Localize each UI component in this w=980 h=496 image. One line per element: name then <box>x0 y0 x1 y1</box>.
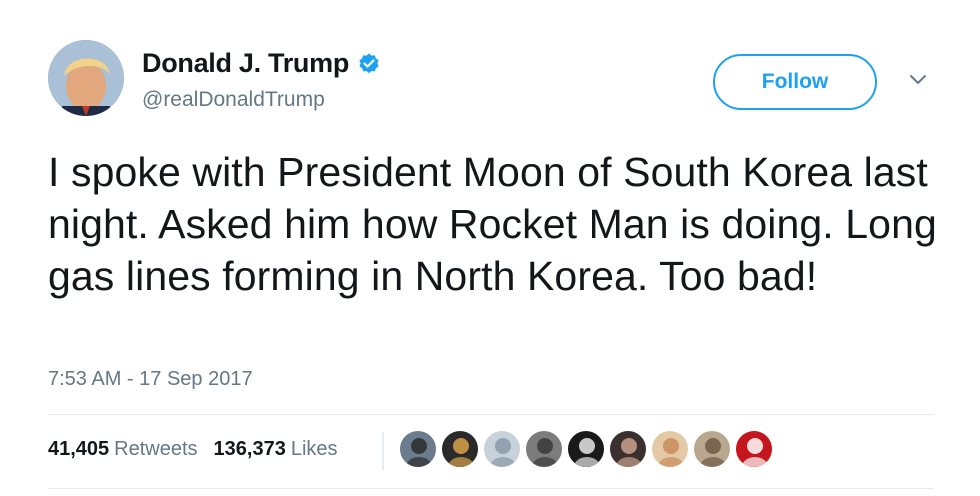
verified-badge-icon <box>357 52 381 76</box>
liker-avatar-4[interactable] <box>525 430 563 468</box>
stats-separator <box>382 432 384 470</box>
liker-avatar-2[interactable] <box>441 430 479 468</box>
chevron-down-icon[interactable] <box>907 68 929 90</box>
retweets-label: Retweets <box>114 438 198 460</box>
avatar-photo-icon <box>48 40 124 116</box>
author-avatar[interactable] <box>48 40 124 116</box>
liker-avatar-3[interactable] <box>483 430 521 468</box>
divider-top <box>48 414 934 415</box>
retweets-count: 41,405 <box>48 438 110 460</box>
author-name-row: Donald J. Trump <box>142 48 381 79</box>
tweet-stats: 41,405 Retweets 136,373 Likes <box>48 438 338 461</box>
author-display-name[interactable]: Donald J. Trump <box>142 48 349 79</box>
tweet-timestamp[interactable]: 7:53 AM - 17 Sep 2017 <box>48 368 253 391</box>
liker-avatar-6[interactable] <box>609 430 647 468</box>
likes-label: Likes <box>290 438 338 460</box>
divider-bottom <box>48 488 934 489</box>
likes-count: 136,373 <box>213 438 286 460</box>
retweets-stat[interactable]: 41,405 Retweets <box>48 438 198 461</box>
liker-avatars <box>399 430 777 468</box>
likes-stat[interactable]: 136,373 Likes <box>214 438 338 461</box>
liker-avatar-9[interactable] <box>735 430 773 468</box>
tweet-text: I spoke with President Moon of South Kor… <box>48 149 937 299</box>
liker-avatar-7[interactable] <box>651 430 689 468</box>
liker-avatar-5[interactable] <box>567 430 605 468</box>
liker-avatar-1[interactable] <box>399 430 437 468</box>
follow-button[interactable]: Follow <box>713 54 877 110</box>
author-handle[interactable]: @realDonaldTrump <box>142 88 325 112</box>
liker-avatar-8[interactable] <box>693 430 731 468</box>
